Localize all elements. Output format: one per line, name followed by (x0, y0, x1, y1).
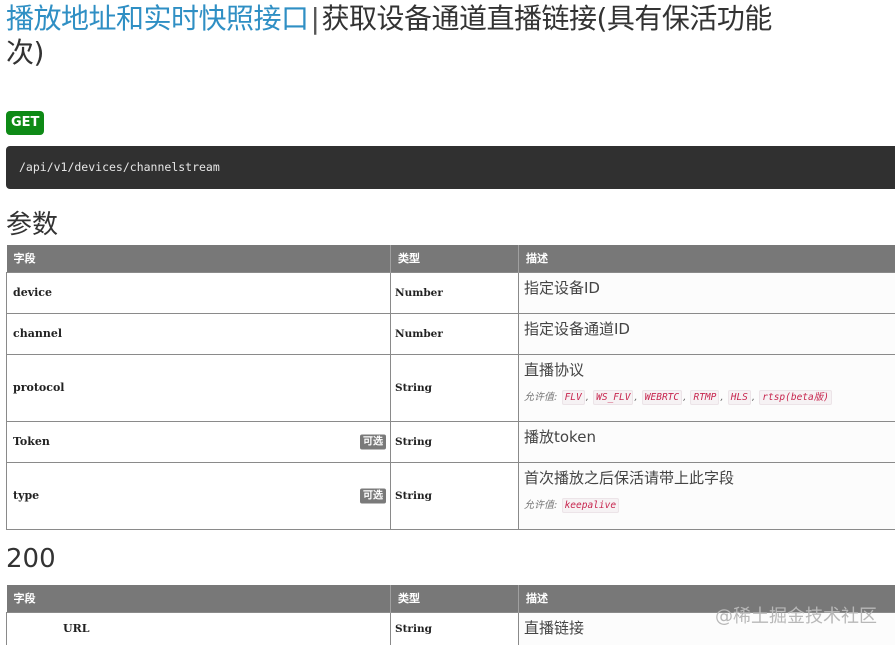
param-desc: 指定设备通道ID (518, 312, 895, 355)
param-type: String (390, 461, 519, 530)
allowed-value: WS_FLV (593, 389, 634, 405)
table-row: channel Number 指定设备通道ID (6, 312, 895, 355)
param-field: type 可选 (6, 461, 391, 530)
param-desc-text: 直播协议 (524, 360, 585, 379)
param-desc-text: 首次播放之后保活请带上此字段 (524, 468, 735, 487)
optional-badge: 可选 (360, 434, 386, 449)
table-row: device Number 指定设备ID (6, 271, 895, 314)
endpoint-path: /api/v1/devices/channelstream (6, 146, 895, 189)
allowed-value: keepalive (561, 497, 620, 513)
header-desc: 描述 (518, 245, 895, 272)
allowed-label: 允许值: (524, 499, 558, 511)
params-section-title: 参数 (6, 210, 59, 240)
param-field-name: Token (13, 435, 50, 448)
param-field: device (6, 271, 391, 314)
table-row: type 可选 String 首次播放之后保活请带上此字段 允许值: keepa… (6, 461, 895, 530)
allowed-values: 允许值: keepalive (524, 496, 890, 513)
param-field-name: type (13, 489, 40, 502)
param-desc: 指定设备ID (518, 271, 895, 314)
param-field: protocol (6, 353, 391, 422)
param-desc: 播放token (518, 420, 895, 463)
api-name: 获取设备通道直播链接(具有保活功能 (321, 2, 772, 35)
response-type: String (390, 611, 519, 645)
param-type: String (390, 420, 519, 463)
param-type: Number (390, 312, 519, 355)
method-badge: GET (6, 111, 45, 135)
header-type: 类型 (390, 585, 519, 612)
params-header-row: 字段 类型 描述 (6, 245, 895, 272)
title-separator: | (310, 2, 320, 35)
header-field: 字段 (6, 585, 391, 612)
param-desc: 直播协议 允许值: FLV, WS_FLV, WEBRTC, RTMP, HLS… (518, 353, 895, 422)
param-desc-text: 播放token (524, 427, 596, 446)
table-row: protocol String 直播协议 允许值: FLV, WS_FLV, W… (6, 353, 895, 422)
param-type: Number (390, 271, 519, 314)
api-group-link[interactable]: 播放地址和实时快照接口 (6, 2, 309, 35)
page-title: 播放地址和实时快照接口|获取设备通道直播链接(具有保活功能 次) (6, 2, 895, 70)
allowed-value: rtsp(beta版) (759, 389, 832, 405)
watermark: @稀土掘金技术社区 (715, 606, 877, 627)
allowed-value: WEBRTC (641, 389, 683, 405)
allowed-value: RTMP (690, 389, 720, 405)
api-name-wrap: 次) (6, 36, 44, 69)
response-section-title: 200 (6, 544, 56, 574)
param-type: String (390, 353, 519, 422)
allowed-value: FLV (561, 389, 585, 405)
response-field: URL (6, 611, 391, 645)
header-type: 类型 (390, 245, 519, 272)
header-field: 字段 (6, 245, 391, 272)
param-desc: 首次播放之后保活请带上此字段 允许值: keepalive (518, 461, 895, 530)
table-row: Token 可选 String 播放token (6, 420, 895, 463)
params-table: 字段 类型 描述 device Number 指定设备ID channel Nu… (6, 245, 895, 530)
param-field: channel (6, 312, 391, 355)
optional-badge: 可选 (360, 488, 386, 503)
allowed-label: 允许值: (524, 391, 558, 403)
allowed-value: HLS (727, 389, 751, 405)
param-field: Token 可选 (6, 420, 391, 463)
allowed-values: 允许值: FLV, WS_FLV, WEBRTC, RTMP, HLS, rts… (524, 388, 890, 405)
param-desc-text: 指定设备通道ID (524, 319, 630, 338)
param-desc-text: 指定设备ID (524, 278, 600, 297)
